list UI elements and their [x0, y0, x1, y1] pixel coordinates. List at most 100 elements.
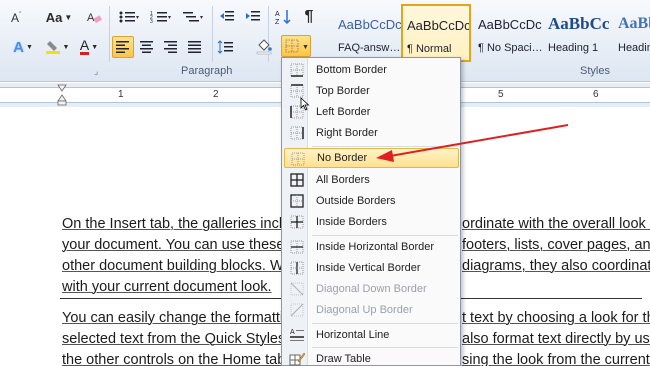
inside-horizontal-border-icon — [290, 240, 304, 254]
svg-text:A: A — [275, 11, 280, 18]
mouse-cursor-icon — [300, 97, 310, 111]
menu-separator — [312, 323, 458, 324]
borders-button[interactable]: ▼ — [281, 35, 311, 57]
inside-vertical-border-icon — [290, 261, 304, 275]
justify-button[interactable] — [184, 36, 206, 58]
clear-formatting-icon: A — [87, 12, 102, 24]
document-paragraph-1-right: ordinate with the overall look of footer… — [462, 214, 650, 277]
text-effects-button[interactable]: A ▼ — [6, 36, 40, 58]
shrink-font-button[interactable]: Aˇ — [4, 6, 30, 28]
align-left-button[interactable] — [112, 36, 134, 58]
menu-item-label: Diagonal Down Border — [316, 283, 427, 295]
change-case-button[interactable]: Aa ▼ — [44, 6, 74, 28]
menu-item-draw-table[interactable]: Draw Table — [284, 349, 459, 366]
menu-item-bottom-border[interactable]: Bottom Border — [284, 60, 459, 80]
draw-table-icon — [289, 352, 305, 366]
menu-item-label: Inside Horizontal Border — [316, 241, 435, 253]
svg-text:A: A — [11, 11, 19, 24]
font-color-button[interactable]: A ▼ — [74, 36, 104, 58]
menu-item-diagonal-down-border[interactable]: Diagonal Down Border — [284, 279, 459, 299]
bullets-button[interactable]: ▾ — [114, 6, 144, 28]
change-case-label: Aa — [45, 9, 63, 25]
show-hide-button[interactable]: ¶ — [298, 6, 320, 28]
bottom-border-icon — [290, 63, 304, 77]
paint-bucket-icon — [256, 39, 272, 55]
menu-item-label: Horizontal Line — [316, 329, 390, 341]
line-spacing-icon — [217, 40, 233, 54]
highlight-color-button[interactable]: ▼ — [42, 36, 72, 58]
menu-item-horizontal-line[interactable]: A Horizontal Line — [284, 325, 459, 345]
menu-item-inside-horizontal-border[interactable]: Inside Horizontal Border — [284, 237, 459, 257]
diagonal-up-border-icon — [290, 303, 304, 317]
align-right-button[interactable] — [160, 36, 182, 58]
chevron-down-icon: ▼ — [62, 43, 70, 51]
style-sample: AaBbCcDc — [338, 17, 402, 32]
chevron-down-icon: ▼ — [64, 12, 73, 22]
align-center-icon — [140, 41, 153, 53]
style-tile-heading-1[interactable]: AaBbCc Heading 1 — [543, 4, 613, 62]
menu-item-label: Draw Table — [316, 353, 371, 365]
menu-item-inside-vertical-border[interactable]: Inside Vertical Border — [284, 258, 459, 278]
menu-separator — [312, 347, 458, 348]
menu-separator — [312, 146, 458, 147]
menu-item-top-border[interactable]: Top Border — [284, 81, 459, 101]
indent-marker-icon[interactable] — [57, 83, 67, 107]
align-center-button[interactable] — [136, 36, 158, 58]
style-name: Headin — [618, 42, 650, 54]
style-sample: AaBbC — [618, 15, 650, 32]
style-tile-no-spacing[interactable]: AaBbCcDc ¶ No Spaci… — [473, 4, 543, 62]
multilevel-list-button[interactable]: ▾ — [178, 6, 208, 28]
menu-item-right-border[interactable]: Right Border — [284, 123, 459, 143]
ruler-number: 1 — [118, 89, 124, 100]
menu-item-no-border[interactable]: No Border — [284, 148, 459, 168]
svg-text:3: 3 — [150, 19, 153, 24]
numbering-icon: 123▾ — [150, 11, 171, 24]
sort-button[interactable]: AZ — [272, 6, 294, 28]
decrease-indent-icon — [220, 11, 234, 21]
sort-icon: AZ — [275, 10, 291, 25]
menu-item-label: Left Border — [316, 106, 371, 118]
text-line: diagrams, they also coordinate — [462, 258, 650, 274]
numbering-button[interactable]: 1 2 3 ▾ — [146, 6, 176, 28]
text-line: also format text directly by using — [462, 331, 650, 347]
align-right-icon — [164, 41, 177, 53]
menu-item-label: Inside Vertical Border — [316, 262, 421, 274]
increase-indent-button[interactable] — [242, 6, 264, 28]
font-dialog-launcher-icon[interactable]: ⌟ — [94, 66, 98, 77]
style-name: ¶ Normal — [407, 43, 452, 55]
style-tile-faq-answer[interactable]: AaBbCcDc FAQ-answ… — [333, 4, 403, 62]
clear-formatting-button[interactable]: A — [83, 6, 105, 28]
no-border-icon — [291, 152, 305, 166]
svg-text:▾: ▾ — [200, 15, 203, 21]
shading-button[interactable] — [250, 36, 280, 58]
quick-styles-gallery: AaBbCcDc FAQ-answ… AaBbCcDc ¶ Normal AaB… — [333, 4, 650, 62]
borders-icon: ▼ — [285, 39, 309, 53]
document-paragraph-2-right: t text by choosing a look for the also f… — [462, 308, 650, 366]
style-tile-heading-2[interactable]: AaBbC Headin — [613, 4, 650, 62]
svg-text:▼: ▼ — [302, 44, 309, 51]
justify-icon — [188, 41, 201, 53]
ribbon-separator — [109, 6, 110, 62]
outside-borders-icon — [290, 194, 304, 208]
menu-separator — [312, 235, 458, 236]
style-sample: AaBbCc — [548, 14, 610, 33]
menu-item-label: Bottom Border — [316, 64, 387, 76]
menu-item-inside-borders[interactable]: Inside Borders — [284, 212, 459, 232]
style-name: ¶ No Spaci… — [478, 42, 543, 54]
text-line: footers, lists, cover pages, and — [462, 237, 650, 253]
decrease-indent-button[interactable] — [216, 6, 238, 28]
menu-item-diagonal-up-border[interactable]: Diagonal Up Border — [284, 300, 459, 320]
menu-item-left-border[interactable]: Left Border — [284, 102, 459, 122]
style-name: FAQ-answ… — [338, 42, 401, 54]
line-spacing-button[interactable] — [212, 36, 242, 58]
menu-item-label: Right Border — [316, 127, 378, 139]
menu-item-outside-borders[interactable]: Outside Borders — [284, 191, 459, 211]
menu-item-all-borders[interactable]: All Borders — [284, 170, 459, 190]
style-sample: AaBbCcDc — [478, 17, 542, 32]
styles-group-label: Styles — [580, 65, 610, 77]
text-line: ordinate with the overall look of — [462, 216, 650, 232]
svg-text:A: A — [290, 329, 295, 336]
text-effects-icon: A — [13, 38, 24, 56]
style-tile-normal[interactable]: AaBbCcDc ¶ Normal — [401, 4, 471, 62]
shrink-font-icon: Aˇ — [11, 11, 22, 24]
